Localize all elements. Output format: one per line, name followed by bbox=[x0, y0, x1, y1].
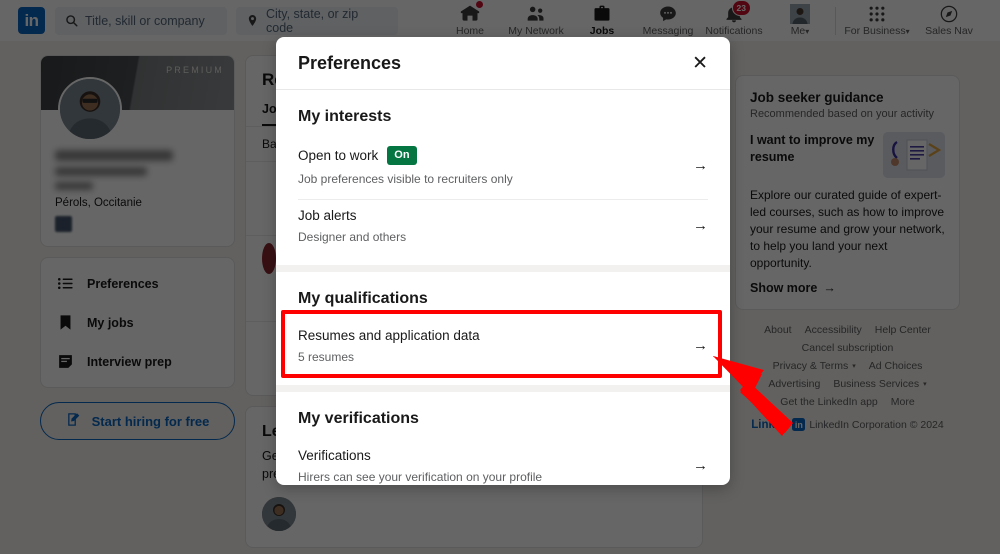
status-badge-open-to-work: On bbox=[387, 146, 417, 165]
modal-title: Preferences bbox=[298, 52, 402, 73]
pref-row-text: Job alerts Designer and others bbox=[298, 208, 679, 244]
pref-title-open-to-work: Open to work bbox=[298, 147, 379, 163]
linkedin-jobs-preferences-screen: in Title, skill or company City, state, … bbox=[0, 0, 1000, 554]
modal-header: Preferences ✕ bbox=[276, 37, 730, 90]
pref-title-verifications: Verifications bbox=[298, 447, 371, 463]
arrow-right-icon: → bbox=[693, 157, 708, 175]
arrow-right-icon: → bbox=[693, 217, 708, 235]
pref-subtitle-verifications: Hirers can see your verification on your… bbox=[298, 469, 543, 484]
section-divider bbox=[276, 264, 730, 272]
pref-row-open-to-work[interactable]: Open to work On Job preferences visible … bbox=[298, 138, 708, 200]
section-heading-my-qualifications: My qualifications bbox=[298, 289, 428, 307]
pref-subtitle-job-alerts: Designer and others bbox=[298, 229, 407, 244]
pref-row-text: Resumes and application data 5 resumes bbox=[298, 328, 679, 364]
pref-title-job-alerts: Job alerts bbox=[298, 207, 357, 223]
modal-body: My interests Open to work On Job prefere… bbox=[276, 90, 730, 485]
arrow-right-icon: → bbox=[693, 457, 708, 475]
pref-title-resumes: Resumes and application data bbox=[298, 327, 480, 343]
pref-row-text: Verifications Hirers can see your verifi… bbox=[298, 448, 679, 484]
pref-row-job-alerts[interactable]: Job alerts Designer and others → bbox=[298, 200, 708, 257]
section-heading-my-verifications: My verifications bbox=[298, 409, 419, 427]
pref-subtitle-resumes: 5 resumes bbox=[298, 349, 355, 364]
section-heading-my-interests: My interests bbox=[298, 108, 392, 125]
pref-row-head: Resumes and application data bbox=[298, 328, 679, 343]
pref-row-head: Verifications bbox=[298, 448, 679, 463]
pref-row-resumes-and-application-data[interactable]: Resumes and application data 5 resumes → bbox=[298, 320, 708, 377]
close-icon[interactable]: ✕ bbox=[692, 54, 708, 73]
pref-row-head: Open to work On bbox=[298, 146, 679, 165]
preferences-modal: Preferences ✕ My interests Open to work … bbox=[276, 37, 730, 485]
arrow-right-icon: → bbox=[693, 337, 708, 355]
pref-subtitle-open-to-work: Job preferences visible to recruiters on… bbox=[298, 171, 513, 186]
section-divider bbox=[276, 384, 730, 392]
pref-row-text: Open to work On Job preferences visible … bbox=[298, 146, 679, 186]
pref-row-head: Job alerts bbox=[298, 208, 679, 223]
pref-row-verifications[interactable]: Verifications Hirers can see your verifi… bbox=[298, 440, 708, 485]
